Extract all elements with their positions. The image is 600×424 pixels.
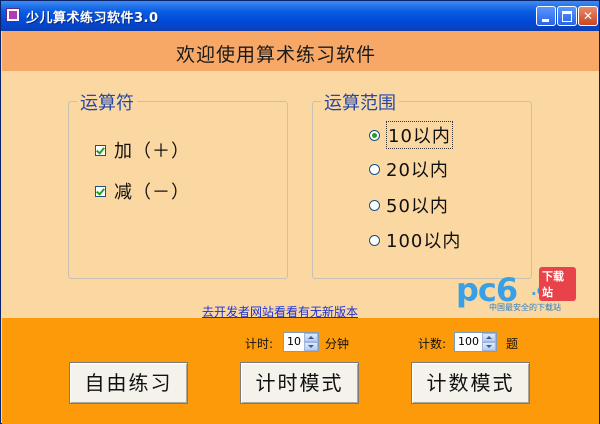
count-mode-button[interactable]: 计数模式 (411, 362, 530, 404)
spin-up-icon[interactable] (482, 333, 496, 342)
checkbox-subtract[interactable]: 减（－） (95, 178, 190, 204)
window-title: 少儿算术练习软件3.0 (26, 11, 159, 26)
radio-range-20-label: 20以内 (386, 160, 449, 181)
spin-down-icon[interactable] (482, 342, 496, 351)
radio-button[interactable] (369, 199, 380, 211)
app-icon[interactable] (6, 8, 20, 22)
radio-range-100[interactable]: 100以内 (369, 227, 461, 253)
free-practice-button[interactable]: 自由练习 (69, 362, 188, 404)
checkbox-box[interactable] (95, 185, 106, 197)
maximize-icon[interactable] (557, 6, 577, 26)
minimize-icon[interactable] (536, 6, 556, 26)
range-legend: 运算范围 (321, 89, 399, 115)
counter-value[interactable]: 100 (458, 335, 479, 348)
counter-spinner[interactable]: 100 (454, 332, 497, 352)
timer-unit: 分钟 (325, 337, 350, 351)
welcome-banner: 欢迎使用算术练习软件 (2, 31, 599, 71)
checkbox-add-label: 加（＋） (114, 141, 190, 162)
operators-legend: 运算符 (77, 89, 137, 115)
timer-spinner[interactable]: 10 (283, 332, 319, 352)
close-icon[interactable] (578, 6, 598, 26)
counter-label: 计数: (418, 337, 447, 351)
timer-spin-buttons[interactable] (304, 333, 318, 351)
radio-range-10-label: 10以内 (386, 121, 453, 149)
logo-tagline: 中国最安全的下载站 (489, 303, 561, 312)
checkbox-box[interactable] (95, 144, 106, 156)
checkbox-subtract-label: 减（－） (114, 182, 190, 203)
timer-label: 计时: (245, 337, 274, 351)
title-bar[interactable]: 少儿算术练习软件3.0 (1, 1, 599, 31)
radio-button[interactable] (369, 234, 380, 246)
pc6-watermark-logo: pc6 .com 下载站 中国最安全的下载站 (456, 265, 576, 315)
radio-range-100-label: 100以内 (386, 231, 462, 252)
radio-range-50-label: 50以内 (386, 196, 449, 217)
app-window: 少儿算术练习软件3.0 欢迎使用算术练习软件 运算符 加（＋） 减（－） 运算范… (0, 0, 600, 424)
spin-down-icon[interactable] (304, 342, 318, 351)
radio-button[interactable] (369, 163, 380, 175)
logo-badge: 下载站 (539, 267, 576, 301)
banner-title: 欢迎使用算术练习软件 (176, 44, 377, 66)
checkbox-add[interactable]: 加（＋） (95, 137, 190, 163)
radio-button[interactable] (369, 129, 380, 141)
counter-unit: 题 (506, 337, 519, 351)
timed-mode-button[interactable]: 计时模式 (240, 362, 359, 404)
counter-spin-buttons[interactable] (482, 333, 496, 351)
radio-range-20[interactable]: 20以内 (369, 156, 449, 182)
spin-up-icon[interactable] (304, 333, 318, 342)
timer-value[interactable]: 10 (287, 335, 301, 348)
radio-range-50[interactable]: 50以内 (369, 192, 449, 218)
radio-range-10[interactable]: 10以内 (369, 121, 453, 149)
